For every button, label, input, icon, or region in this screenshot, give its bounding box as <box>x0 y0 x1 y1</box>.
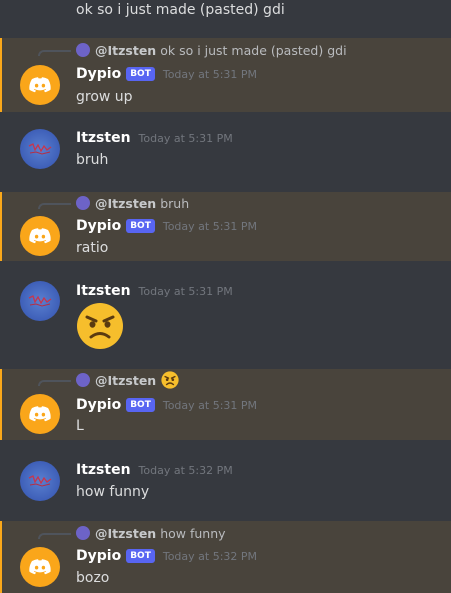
bot-badge: BOT <box>126 398 155 412</box>
reply-avatar <box>76 196 90 210</box>
avatar[interactable] <box>20 547 60 587</box>
message-header: Itzsten Today at 5:31 PM <box>76 281 233 301</box>
message-user[interactable]: Itzsten Today at 5:31 PM <box>0 272 451 360</box>
chat-message-list: ok so i just made (pasted) gdi @Itzsten … <box>0 0 451 593</box>
avatar[interactable] <box>20 394 60 434</box>
reply-connector <box>38 533 71 539</box>
message-bot-reply[interactable]: @Itzsten how funny Dypio BOT Today at 5:… <box>0 521 451 593</box>
reply-author[interactable]: @Itzsten <box>95 526 156 541</box>
message-text: grow up <box>76 89 133 105</box>
message-text: ratio <box>76 240 109 256</box>
timestamp[interactable]: Today at 5:31 PM <box>139 132 233 145</box>
message-text: L <box>76 418 84 434</box>
message-text: bruh <box>76 152 109 168</box>
reply-author[interactable]: @Itzsten <box>95 373 156 388</box>
message-header: Itzsten Today at 5:32 PM <box>76 460 233 480</box>
discord-logo-icon <box>29 228 51 244</box>
message-user[interactable]: Itzsten Today at 5:32 PM how funny <box>0 452 451 512</box>
reply-text: how funny <box>160 525 226 541</box>
message-text: ok so i just made (pasted) gdi <box>76 2 285 18</box>
angry-face-emoji <box>161 371 179 389</box>
reply-text: ok so i just made (pasted) gdi <box>160 42 347 58</box>
avatar[interactable] <box>20 461 60 501</box>
author-name[interactable]: Dypio <box>76 397 121 413</box>
message-previous: ok so i just made (pasted) gdi <box>0 0 451 36</box>
reply-connector <box>38 203 71 209</box>
reply-text: bruh <box>160 195 190 211</box>
reply-connector <box>38 50 71 56</box>
author-name[interactable]: Dypio <box>76 66 121 82</box>
avatar-image <box>28 475 52 487</box>
angry-face-emoji[interactable] <box>76 302 124 350</box>
author-name[interactable]: Itzsten <box>76 130 131 146</box>
avatar-image <box>28 295 52 307</box>
message-header: Dypio BOT Today at 5:32 PM <box>76 546 257 566</box>
message-text: bozo <box>76 570 110 586</box>
discord-logo-icon <box>29 406 51 422</box>
reply-reference[interactable]: @Itzsten bruh <box>76 194 189 212</box>
reply-connector <box>38 380 71 386</box>
message-user[interactable]: Itzsten Today at 5:31 PM bruh <box>0 124 451 184</box>
author-name[interactable]: Itzsten <box>76 462 131 478</box>
avatar[interactable] <box>20 281 60 321</box>
discord-logo-icon <box>29 559 51 575</box>
message-bot-reply[interactable]: @Itzsten ok so i just made (pasted) gdi … <box>0 38 451 112</box>
author-name[interactable]: Itzsten <box>76 283 131 299</box>
message-header: Dypio BOT Today at 5:31 PM <box>76 216 257 236</box>
message-bot-reply[interactable]: @Itzsten Dypio BOT Today at 5:31 PM L <box>0 369 451 440</box>
timestamp[interactable]: Today at 5:32 PM <box>163 550 257 563</box>
reply-author[interactable]: @Itzsten <box>95 43 156 58</box>
bot-badge: BOT <box>126 67 155 81</box>
discord-logo-icon <box>29 77 51 93</box>
timestamp[interactable]: Today at 5:31 PM <box>163 68 257 81</box>
message-header: Dypio BOT Today at 5:31 PM <box>76 64 257 84</box>
avatar[interactable] <box>20 216 60 256</box>
message-bot-reply[interactable]: @Itzsten bruh Dypio BOT Today at 5:31 PM… <box>0 192 451 261</box>
avatar-image <box>28 143 52 155</box>
timestamp[interactable]: Today at 5:31 PM <box>163 399 257 412</box>
reply-reference[interactable]: @Itzsten how funny <box>76 524 226 542</box>
timestamp[interactable]: Today at 5:31 PM <box>139 285 233 298</box>
reply-avatar <box>76 373 90 387</box>
reply-avatar <box>76 43 90 57</box>
reply-avatar <box>76 526 90 540</box>
message-text: how funny <box>76 484 150 500</box>
reply-author[interactable]: @Itzsten <box>95 196 156 211</box>
reply-reference[interactable]: @Itzsten <box>76 371 179 389</box>
bot-badge: BOT <box>126 549 155 563</box>
avatar[interactable] <box>20 129 60 169</box>
timestamp[interactable]: Today at 5:32 PM <box>139 464 233 477</box>
author-name[interactable]: Dypio <box>76 218 121 234</box>
message-header: Dypio BOT Today at 5:31 PM <box>76 395 257 415</box>
message-header: Itzsten Today at 5:31 PM <box>76 128 233 148</box>
avatar[interactable] <box>20 65 60 105</box>
reply-reference[interactable]: @Itzsten ok so i just made (pasted) gdi <box>76 41 347 59</box>
timestamp[interactable]: Today at 5:31 PM <box>163 220 257 233</box>
author-name[interactable]: Dypio <box>76 548 121 564</box>
bot-badge: BOT <box>126 219 155 233</box>
